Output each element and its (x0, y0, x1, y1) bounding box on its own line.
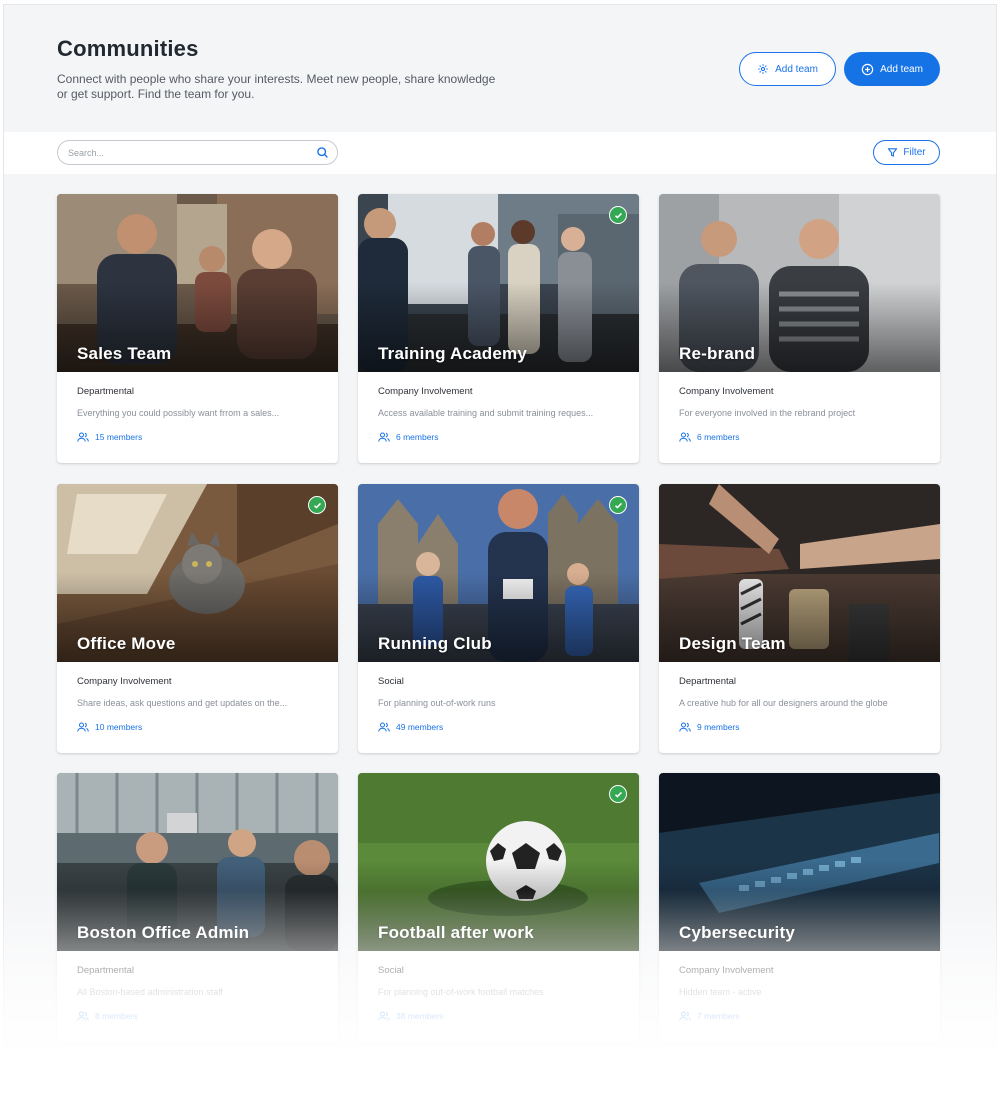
card-members[interactable]: 6 members (679, 432, 740, 442)
community-card[interactable]: Running Club Social For planning out-of-… (358, 484, 639, 753)
card-title: Cybersecurity (679, 923, 795, 942)
search-input[interactable] (68, 145, 308, 161)
members-count: 10 members (95, 722, 143, 732)
filter-button[interactable]: Filter (873, 140, 940, 165)
card-description: Access available training and submit tra… (378, 408, 594, 418)
card-category: Company Involvement (679, 386, 774, 397)
members-count: 15 members (95, 432, 143, 442)
card-members[interactable]: 38 members (378, 1011, 443, 1021)
page-description: Connect with people who share your inter… (57, 72, 496, 101)
community-card[interactable]: Sales Team Departmental Everything you c… (57, 194, 338, 463)
card-members[interactable]: 15 members (77, 432, 142, 442)
filter-icon (888, 148, 898, 157)
card-category: Departmental (77, 965, 135, 976)
card-image: Design Team (659, 484, 940, 662)
filter-label: Filter (903, 147, 926, 158)
card-members[interactable]: 7 members (679, 1011, 740, 1021)
users-icon (378, 722, 390, 732)
page-title: Communities (57, 36, 199, 61)
card-description: For planning out-of-work runs (378, 698, 496, 708)
card-members[interactable]: 6 members (378, 432, 439, 442)
card-image: Running Club (358, 484, 639, 662)
joined-check-icon (609, 496, 627, 514)
joined-check-icon (609, 785, 627, 803)
card-title: Design Team (679, 634, 786, 653)
card-image: Cybersecurity (659, 773, 940, 951)
card-description: For everyone involved in the rebrand pro… (679, 408, 856, 418)
card-title: Office Move (77, 634, 176, 653)
users-icon (378, 1011, 390, 1021)
members-count: 6 members (697, 432, 740, 442)
community-card[interactable]: Boston Office Admin Departmental All Bos… (57, 773, 338, 1042)
members-count: 7 members (697, 1011, 740, 1021)
card-title: Re-brand (679, 344, 756, 363)
add-team-button[interactable]: Add team (844, 52, 940, 86)
members-count: 49 members (396, 722, 444, 732)
add-team-label: Add team (880, 63, 923, 75)
card-description: Share ideas, ask questions and get updat… (77, 698, 288, 708)
users-icon (679, 432, 691, 442)
card-category: Departmental (77, 386, 135, 397)
communities-page: Communities Connect with people who shar… (3, 4, 997, 1098)
search-box (57, 140, 338, 165)
community-card[interactable]: Cybersecurity Company Involvement Hidden… (659, 773, 940, 1042)
card-description: Hidden team - active (679, 987, 762, 997)
joined-check-icon (308, 496, 326, 514)
toolbar: Filter (4, 132, 996, 174)
card-title: Running Club (378, 634, 492, 653)
users-icon (77, 1011, 89, 1021)
card-title: Boston Office Admin (77, 923, 250, 942)
card-title: Football after work (378, 923, 534, 942)
card-members[interactable]: 10 members (77, 722, 142, 732)
members-count: 6 members (396, 432, 439, 442)
card-description: All Boston-based administration staff (77, 987, 223, 997)
users-icon (77, 432, 89, 442)
users-icon (77, 722, 89, 732)
search-icon[interactable] (316, 146, 329, 159)
page-header: Communities Connect with people who shar… (4, 5, 996, 132)
card-category: Social (378, 965, 404, 976)
joined-check-icon (609, 206, 627, 224)
add-team-settings-button[interactable]: Add team (739, 52, 836, 86)
members-count: 8 members (95, 1011, 138, 1021)
card-image: Boston Office Admin (57, 773, 338, 951)
card-image: Office Move (57, 484, 338, 662)
community-card[interactable]: Training Academy Company Involvement Acc… (358, 194, 639, 463)
card-members[interactable]: 9 members (679, 722, 740, 732)
card-category: Departmental (679, 676, 737, 687)
community-card[interactable]: Football after work Social For planning … (358, 773, 639, 1042)
members-count: 9 members (697, 722, 740, 732)
card-category: Social (378, 676, 404, 687)
card-category: Company Involvement (77, 676, 172, 687)
community-card[interactable]: Office Move Company Involvement Share id… (57, 484, 338, 753)
users-icon (378, 432, 390, 442)
card-image: Football after work (358, 773, 639, 951)
members-count: 38 members (396, 1011, 444, 1021)
card-title: Training Academy (378, 344, 528, 363)
community-card[interactable]: Design Team Departmental A creative hub … (659, 484, 940, 753)
card-title: Sales Team (77, 344, 172, 363)
gear-icon (758, 64, 768, 74)
card-image: Sales Team (57, 194, 338, 372)
card-description: For planning out-of-work football matche… (378, 987, 544, 997)
card-description: Everything you could possibly want frrom… (77, 408, 280, 418)
card-members[interactable]: 8 members (77, 1011, 138, 1021)
community-card[interactable]: Re-brand Company Involvement For everyon… (659, 194, 940, 463)
add-team-settings-label: Add team (775, 63, 818, 75)
card-image: Re-brand (659, 194, 940, 372)
card-image: Training Academy (358, 194, 639, 372)
users-icon (679, 722, 691, 732)
card-category: Company Involvement (378, 386, 473, 397)
users-icon (679, 1011, 691, 1021)
card-description: A creative hub for all our designers aro… (679, 698, 888, 708)
card-category: Company Involvement (679, 965, 774, 976)
plus-circle-icon (861, 63, 874, 75)
card-members[interactable]: 49 members (378, 722, 443, 732)
